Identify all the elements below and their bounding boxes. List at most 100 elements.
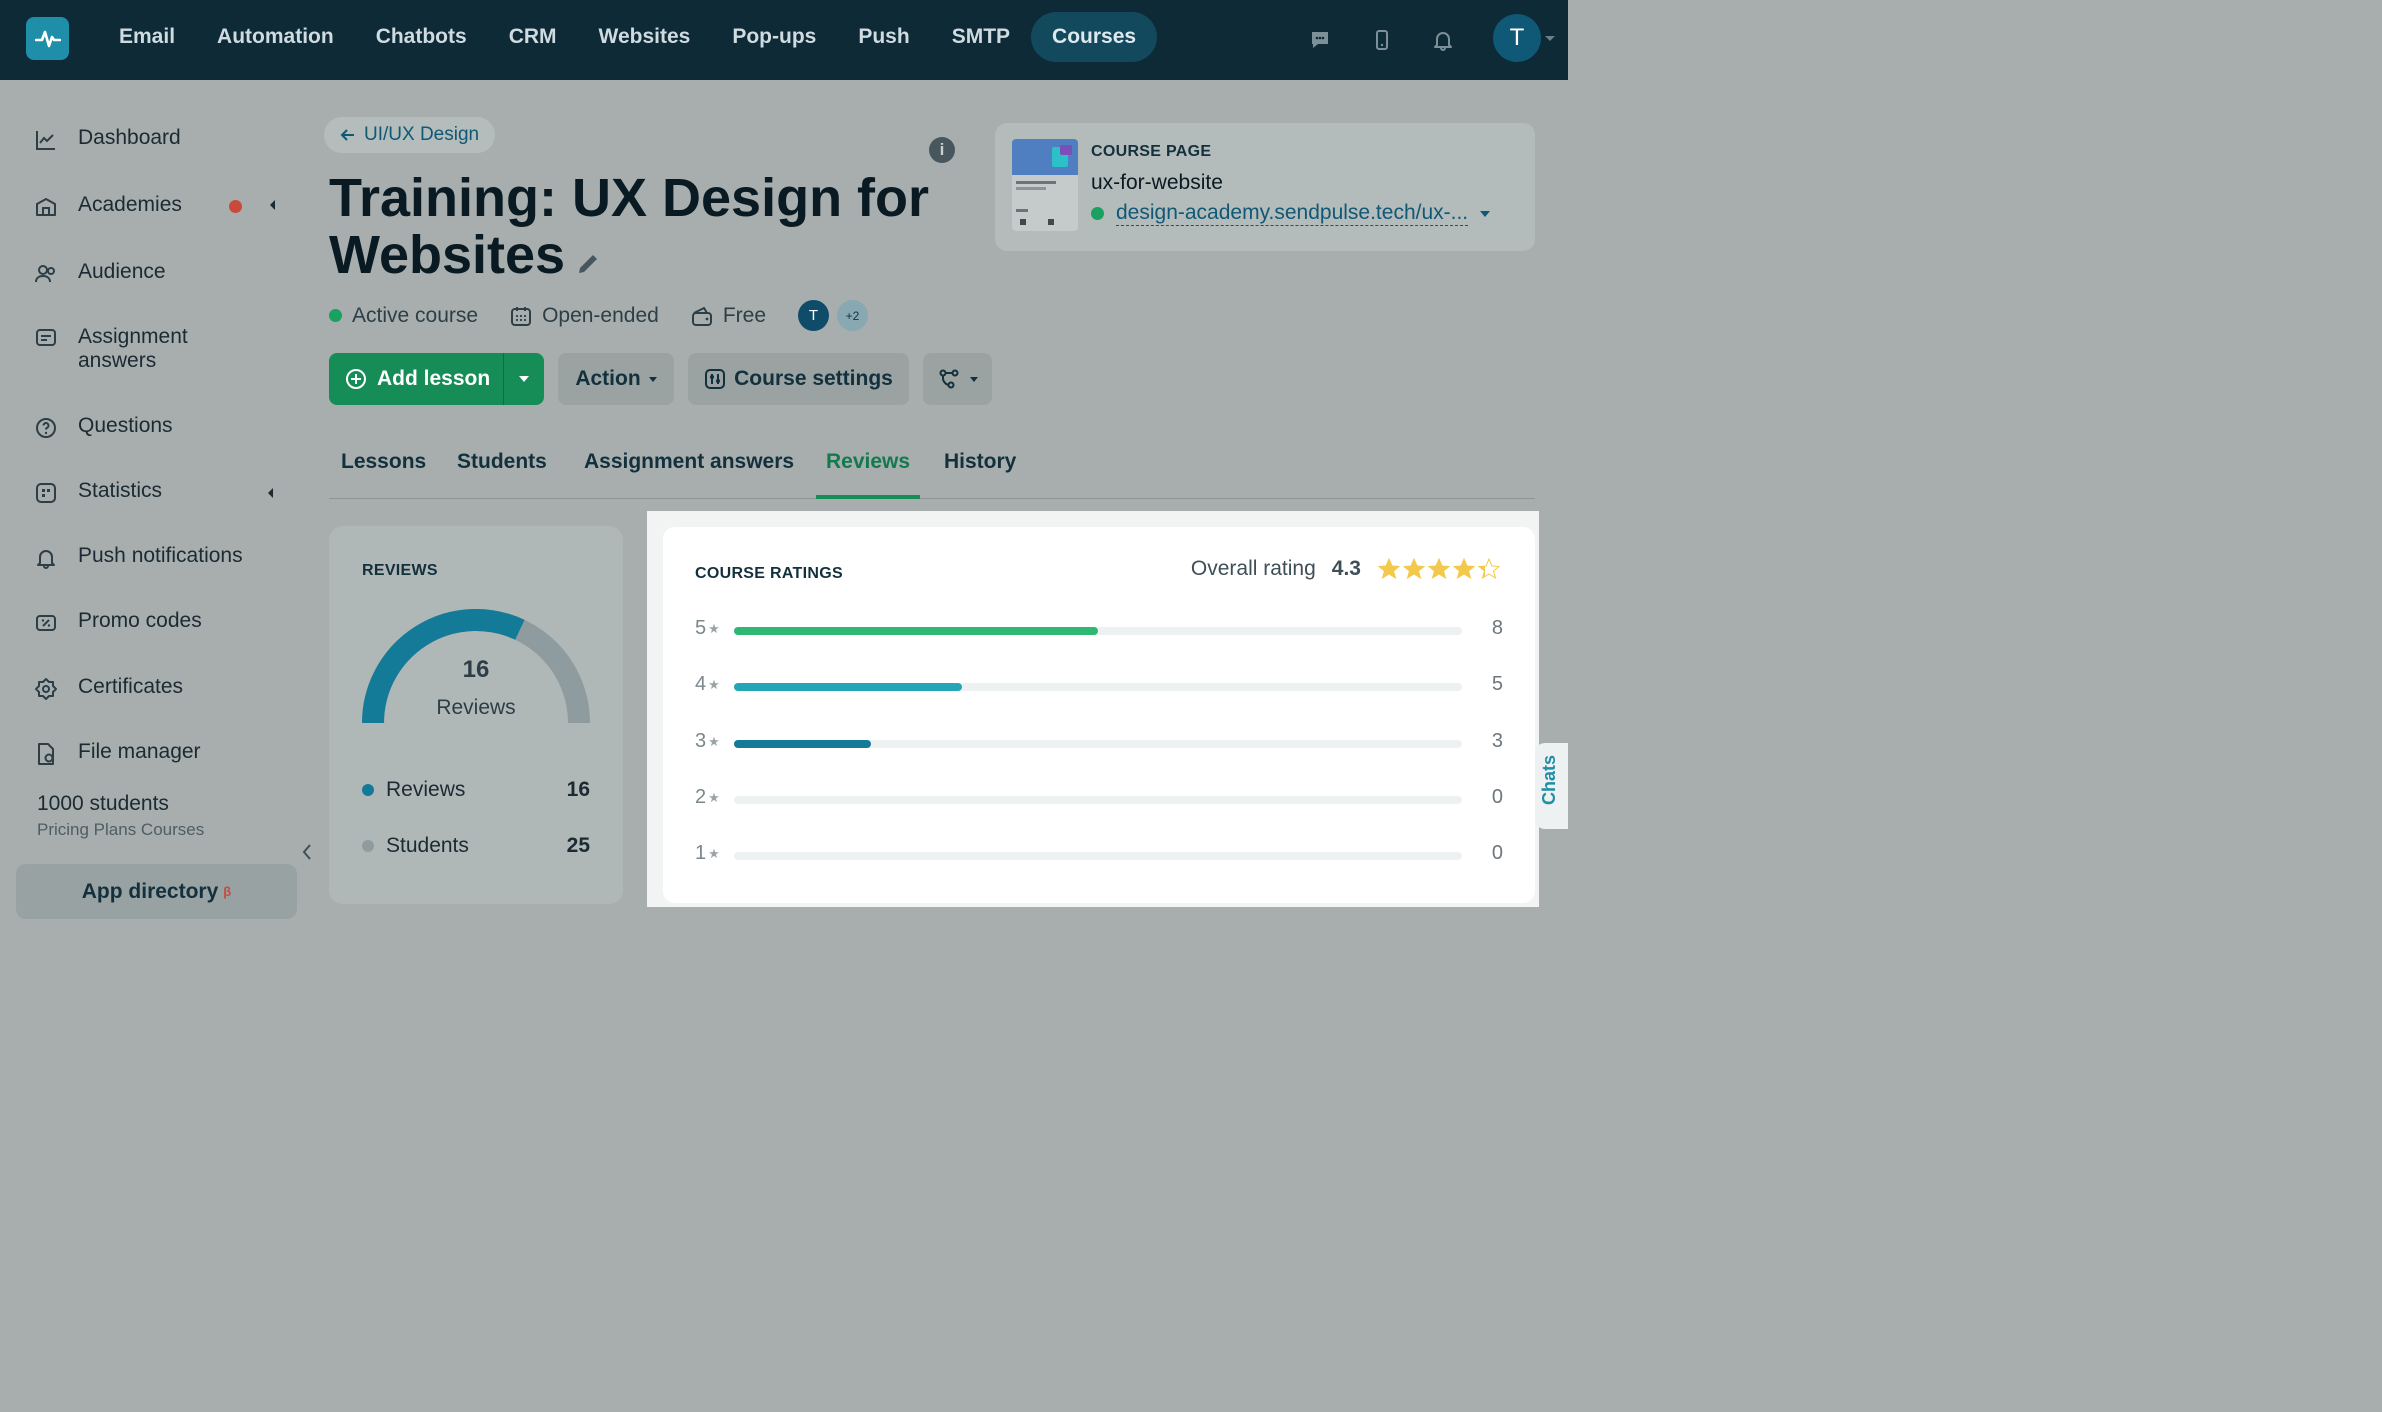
- overall-rating: Overall rating 4.3: [1191, 557, 1501, 581]
- course-meta: Active course Open-ended Free T +2: [329, 300, 869, 331]
- tab-lessons[interactable]: Lessons: [331, 450, 436, 499]
- rating-row: 4 ★ 5: [695, 671, 1503, 701]
- rating-star-number: 5: [695, 617, 707, 639]
- nav-crm[interactable]: CRM: [488, 12, 578, 62]
- arrow-left-icon: [340, 129, 354, 141]
- sidebar-item-label: Push notifications: [78, 544, 243, 567]
- rating-row: 2 ★ 0: [695, 784, 1503, 814]
- sidebar-item-academies[interactable]: Academies: [34, 193, 182, 219]
- course-page-thumbnail[interactable]: [1012, 139, 1078, 231]
- nav-smtp[interactable]: SMTP: [931, 12, 1031, 62]
- sidebar-item-label: Statistics: [78, 479, 163, 502]
- user-avatar[interactable]: T: [1493, 14, 1541, 62]
- tab-students[interactable]: Students: [447, 450, 557, 499]
- action-label: Action: [575, 367, 641, 390]
- rating-bar-track: [734, 740, 1462, 748]
- statistics-icon: [36, 483, 56, 503]
- course-page-label: COURSE PAGE: [1091, 143, 1212, 160]
- sidebar-item-questions[interactable]: Questions: [34, 414, 173, 440]
- nav-email[interactable]: Email: [98, 12, 196, 62]
- star-icon: [1452, 557, 1476, 580]
- plan-name[interactable]: Pricing Plans Courses: [37, 820, 204, 840]
- rating-row: 3 ★ 3: [695, 728, 1503, 758]
- edit-pencil-icon[interactable]: [575, 231, 601, 288]
- nav-websites[interactable]: Websites: [578, 12, 712, 62]
- rating-bar-fill: [734, 627, 1098, 635]
- nav-chatbots[interactable]: Chatbots: [355, 12, 488, 62]
- duration-badge: Open-ended: [510, 304, 659, 328]
- bell-icon: [37, 550, 55, 569]
- app-directory-button[interactable]: App directory β: [16, 864, 297, 919]
- course-page-url-link[interactable]: design-academy.sendpulse.tech/ux-...: [1116, 201, 1469, 226]
- rating-bar-track: [734, 796, 1462, 804]
- overall-rating-value: 4.3: [1331, 557, 1361, 580]
- sidebar-item-promo-codes[interactable]: Promo codes: [34, 609, 202, 635]
- certificate-icon: [35, 678, 57, 700]
- nav-popups[interactable]: Pop-ups: [711, 12, 837, 62]
- author-avatar[interactable]: T: [798, 300, 830, 331]
- rating-count: 5: [1491, 673, 1503, 695]
- app-directory-label: App directory: [81, 879, 219, 903]
- mobile-icon[interactable]: [1368, 26, 1396, 54]
- sidebar-item-certificates[interactable]: Certificates: [34, 675, 183, 701]
- chevron-down-icon[interactable]: [1480, 210, 1491, 217]
- sidebar-item-label: Audience: [78, 260, 166, 283]
- settings-sliders-icon: [705, 369, 726, 389]
- rating-star-label: 4 ★: [695, 673, 720, 696]
- sidebar-item-dashboard[interactable]: Dashboard: [34, 126, 181, 152]
- beta-badge: β: [223, 884, 232, 899]
- sidebar-item-label: Certificates: [78, 675, 184, 698]
- legend-label: Reviews: [386, 778, 466, 801]
- action-button[interactable]: Action: [558, 353, 674, 405]
- more-authors-badge[interactable]: +2: [837, 300, 869, 331]
- sidebar-item-label: Dashboard: [78, 126, 181, 149]
- rating-star-label: 5 ★: [695, 617, 720, 640]
- chevron-down-icon[interactable]: [1545, 36, 1555, 41]
- chart-line-icon: [36, 131, 55, 150]
- star-icon: [1377, 557, 1401, 580]
- rating-star-label: 1 ★: [695, 842, 720, 865]
- reviews-summary-card: REVIEWS 16 Reviews Reviews 16 Students 2…: [329, 526, 623, 904]
- sendpulse-logo[interactable]: [26, 17, 69, 60]
- reviews-card-title: REVIEWS: [362, 562, 438, 579]
- nav-automation[interactable]: Automation: [196, 12, 355, 62]
- rating-stars: [1377, 557, 1501, 581]
- chevron-left-icon[interactable]: [270, 200, 275, 210]
- nav-push[interactable]: Push: [837, 12, 930, 62]
- chat-icon[interactable]: [1306, 26, 1334, 54]
- sidebar-item-statistics[interactable]: Statistics: [34, 479, 162, 505]
- price-badge: Free: [691, 304, 766, 328]
- sidebar-item-assignment-answers[interactable]: Assignment answers: [34, 325, 234, 373]
- info-icon[interactable]: i: [929, 137, 955, 163]
- tab-history[interactable]: History: [934, 450, 1026, 499]
- sidebar-item-file-manager[interactable]: File manager: [34, 740, 201, 766]
- course-page-url-row: design-academy.sendpulse.tech/ux-...: [1091, 201, 1491, 226]
- sidebar-item-push-notifications[interactable]: Push notifications: [34, 544, 243, 570]
- legend-reviews: Reviews 16: [362, 778, 590, 802]
- rating-star-label: 3 ★: [695, 730, 720, 753]
- chevron-down-icon: [969, 376, 978, 382]
- add-lesson-dropdown[interactable]: [504, 376, 544, 382]
- sidebar-item-label: File manager: [78, 740, 201, 763]
- chats-label: Chats: [1539, 754, 1559, 805]
- chevron-left-icon[interactable]: [268, 488, 273, 498]
- add-lesson-button-group: Add lesson: [329, 353, 544, 405]
- rating-row: 1 ★ 0: [695, 840, 1503, 870]
- chats-tab[interactable]: Chats: [1535, 743, 1568, 829]
- collapse-sidebar-icon[interactable]: [300, 842, 314, 868]
- add-lesson-button[interactable]: Add lesson: [329, 353, 504, 405]
- tab-reviews[interactable]: Reviews: [816, 450, 921, 499]
- tab-assignment-answers[interactable]: Assignment answers: [574, 450, 804, 499]
- calendar-icon: [511, 306, 532, 326]
- question-icon: [36, 418, 56, 438]
- bell-icon[interactable]: [1429, 26, 1457, 54]
- legend-dot: [362, 784, 374, 796]
- sidebar-item-label: Questions: [78, 414, 173, 437]
- course-settings-button[interactable]: Course settings: [688, 353, 909, 405]
- flow-button[interactable]: [923, 353, 992, 405]
- nav-courses[interactable]: Courses: [1031, 12, 1158, 62]
- add-lesson-label: Add lesson: [377, 367, 491, 390]
- breadcrumb[interactable]: UI/UX Design: [324, 117, 496, 153]
- rating-bar-fill: [734, 683, 962, 691]
- sidebar-item-audience[interactable]: Audience: [34, 260, 166, 286]
